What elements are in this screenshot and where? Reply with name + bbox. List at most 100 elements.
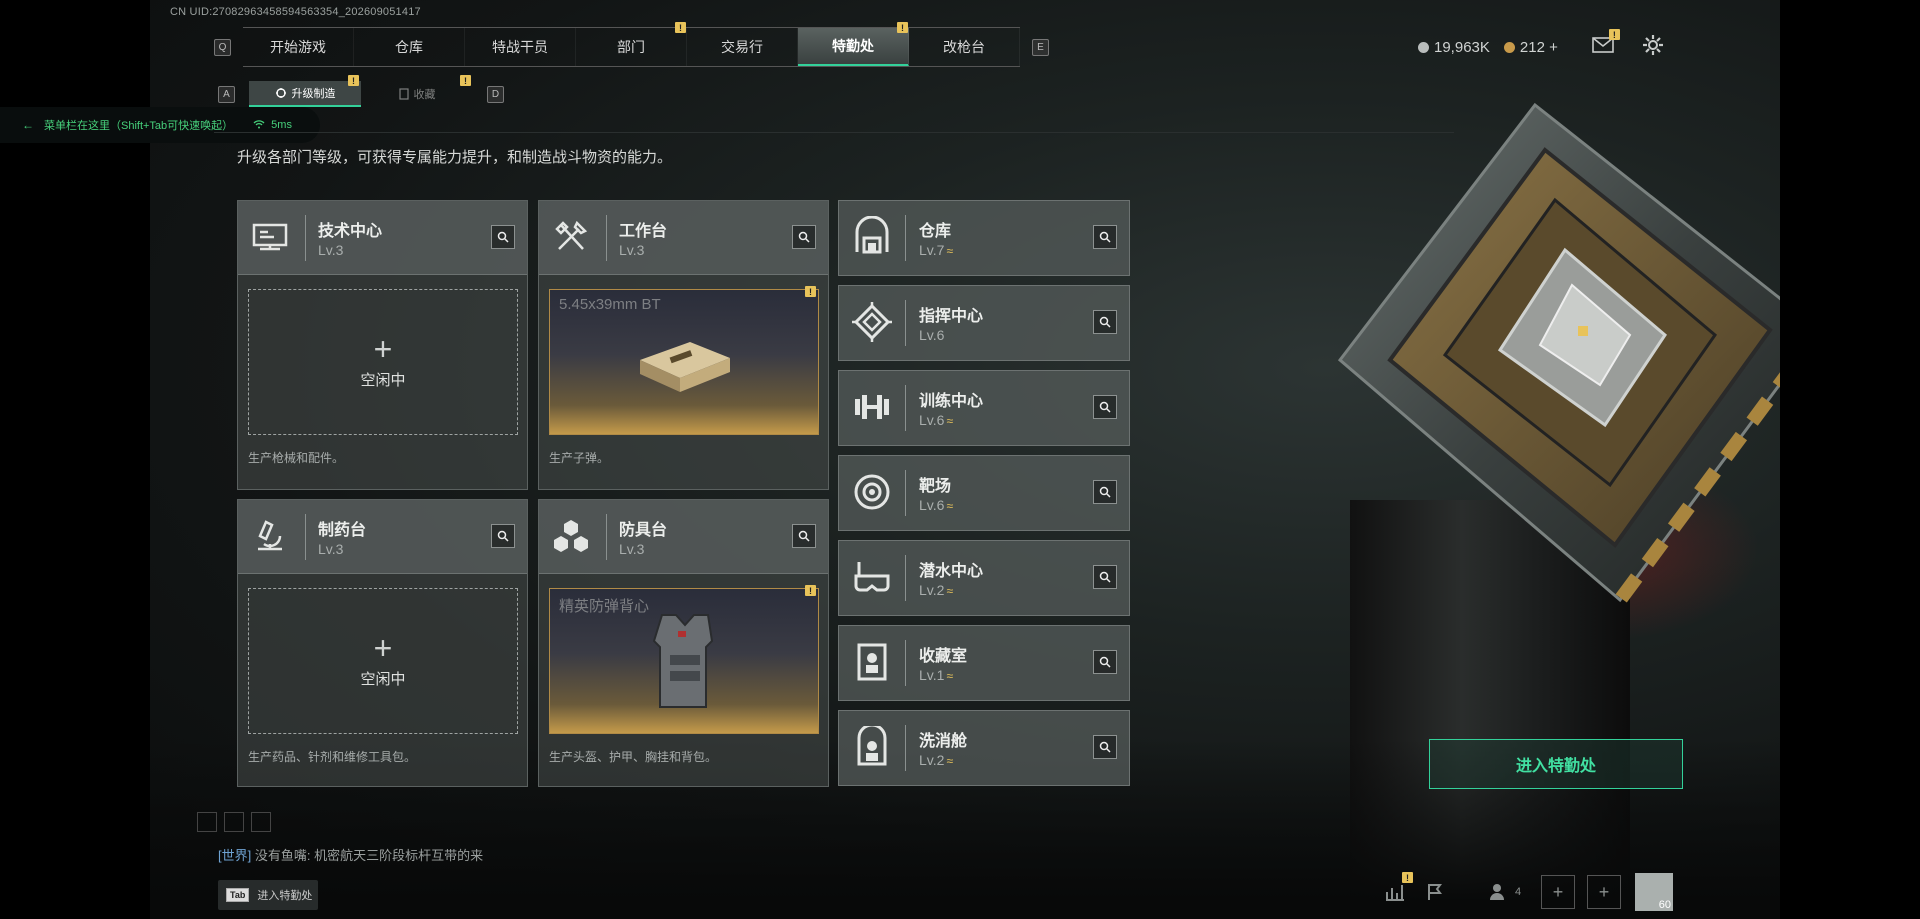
add-coin-button[interactable]: + [1549, 39, 1558, 56]
page-description: 升级各部门等级，可获得专属能力提升，和制造战斗物资的能力。 [237, 149, 673, 166]
chat-message: 没有鱼嘴: 机密航天三阶段标杆互带的来 [254, 848, 484, 863]
tab-hint[interactable]: Tab 进入特勤处 [218, 880, 318, 910]
tab-key: Tab [226, 888, 250, 902]
card-title: 制药台 [318, 522, 367, 539]
vest-image [652, 614, 714, 708]
microscope-icon [258, 520, 282, 551]
tab-operators[interactable]: 特战干员 [465, 28, 576, 66]
tab-gunsmith[interactable]: 改枪台 [909, 28, 1020, 66]
avatar[interactable]: 60 [1635, 873, 1673, 911]
friends-button[interactable]: 4 [1475, 872, 1535, 912]
settings-button[interactable] [1642, 34, 1664, 60]
craft-icon [275, 88, 286, 98]
inspect-button[interactable] [1093, 565, 1117, 589]
facility-name: 收藏室 [919, 648, 968, 665]
tab-market[interactable]: 交易行 [687, 28, 798, 66]
inspect-button[interactable] [1093, 225, 1117, 249]
facility-decontamination[interactable]: 洗消舱 Lv.2 ≈ [838, 710, 1130, 786]
notification-badge: ! [1608, 29, 1620, 40]
card-title: 技术中心 [318, 223, 383, 240]
inspect-button[interactable] [1093, 650, 1117, 674]
card-header: 工作台 Lv.3 [539, 201, 828, 275]
facility-name: 仓库 [919, 223, 952, 240]
notification-badge: ! [805, 286, 816, 297]
mini-slot [224, 812, 244, 832]
sub-prev-key[interactable]: A [218, 85, 235, 103]
chat-line[interactable]: [世界] 没有鱼嘴: 机密航天三阶段标杆互带的来 [218, 845, 483, 864]
facility-name: 指挥中心 [919, 308, 984, 325]
inspect-button[interactable] [491, 225, 515, 249]
flag-button[interactable] [1415, 872, 1455, 912]
card-workbench[interactable]: 工作台 Lv.3 5.45x39mm BT ! 生产子弹。 [538, 200, 829, 490]
tab-department[interactable]: 部门 ! [576, 22, 687, 66]
facility-level: Lv.2 [919, 582, 945, 598]
facility-level: Lv.1 [919, 667, 945, 683]
inspect-button[interactable] [792, 524, 816, 548]
enter-special-ops-button[interactable]: 进入特勤处 [1429, 739, 1683, 789]
production-slot[interactable]: 5.45x39mm BT ! [549, 286, 819, 435]
search-icon [497, 530, 509, 542]
notice-text: 菜单栏在这里（Shift+Tab可快速唤起） [44, 120, 234, 132]
idle-label: 空闲中 [360, 670, 406, 688]
display-case-icon [857, 643, 887, 681]
card-header: 制药台 Lv.3 [238, 500, 527, 574]
facility-collection-room[interactable]: 收藏室 Lv.1 ≈ [838, 625, 1130, 701]
facility-training-center[interactable]: 训练中心 Lv.6 ≈ [838, 370, 1130, 446]
tab-warehouse[interactable]: 仓库 [354, 28, 465, 66]
next-tab-key[interactable]: E [1032, 38, 1049, 56]
menu-notice[interactable]: ← 菜单栏在这里（Shift+Tab可快速唤起） 5ms [0, 107, 320, 143]
card-title: 工作台 [619, 223, 668, 240]
subtab-collection[interactable]: 收藏 ! [361, 75, 473, 107]
money-display[interactable]: 19,963K [1418, 39, 1490, 56]
card-level: Lv.3 [318, 242, 344, 258]
search-icon [1099, 571, 1111, 583]
coin-icon [1503, 41, 1515, 53]
facility-level: Lv.6 [919, 497, 945, 513]
card-header: 防具台 Lv.3 [539, 500, 828, 574]
facility-name: 潜水中心 [919, 563, 984, 580]
sub-next-key[interactable]: D [487, 85, 504, 103]
inspect-button[interactable] [1093, 395, 1117, 419]
subtab-upgrade-craft[interactable]: 升级制造 ! [249, 75, 361, 107]
prev-tab-key[interactable]: Q [214, 38, 231, 56]
card-armor-bench[interactable]: 防具台 Lv.3 精英防弹背心 ! 生产头盔、护甲、胸挂和背包。 [538, 499, 829, 787]
add-slot-button[interactable]: + [1541, 875, 1575, 909]
wifi-icon [253, 119, 265, 132]
inspect-button[interactable] [1093, 310, 1117, 334]
avatar-count: 60 [1658, 899, 1671, 911]
card-caption: 生产药品、针剂和维修工具包。 [248, 750, 417, 764]
production-slot[interactable]: 精英防弹背心 ! [549, 585, 819, 734]
facility-shooting-range[interactable]: 靶场 Lv.6 ≈ [838, 455, 1130, 531]
dumbbell-icon [855, 395, 889, 419]
notification-badge: ! [675, 22, 686, 33]
add-slot-button[interactable]: + [1587, 875, 1621, 909]
inspect-button[interactable] [491, 524, 515, 548]
uid-label: CN UID:27082963458594563354_202609051417 [170, 6, 421, 18]
mail-button[interactable]: ! [1592, 29, 1620, 57]
idle-slot[interactable]: + 空闲中 [248, 588, 518, 734]
card-level: Lv.3 [619, 242, 645, 258]
inspect-button[interactable] [1093, 735, 1117, 759]
tab-special-ops[interactable]: 特勤处 ! [798, 22, 909, 66]
facility-name: 训练中心 [919, 393, 984, 410]
idle-slot[interactable]: + 空闲中 [248, 289, 518, 435]
facility-command-center[interactable]: 指挥中心 Lv.6 [838, 285, 1130, 361]
arrow-left-icon: ← [22, 118, 34, 132]
upgrade-chevron-icon: ≈ [946, 499, 954, 513]
friends-count: 4 [1514, 886, 1522, 898]
facility-diving-center[interactable]: 潜水中心 Lv.2 ≈ [838, 540, 1130, 616]
upgrade-chevron-icon: ≈ [946, 584, 954, 598]
stats-button[interactable]: ! [1375, 872, 1415, 912]
coin-display[interactable]: 212 + [1503, 39, 1558, 56]
money-icon [1418, 41, 1429, 53]
tab-start-game[interactable]: 开始游戏 [243, 28, 354, 66]
notification-badge: ! [897, 22, 908, 33]
search-icon [1099, 486, 1111, 498]
inspect-button[interactable] [792, 225, 816, 249]
card-pharmacy[interactable]: 制药台 Lv.3 + 空闲中 生产药品、针剂和维修工具包。 [237, 499, 528, 787]
inspect-button[interactable] [1093, 480, 1117, 504]
card-tech-center[interactable]: 技术中心 Lv.3 + 空闲中 生产枪械和配件。 [237, 200, 528, 490]
search-icon [1099, 741, 1111, 753]
facility-warehouse[interactable]: 仓库 Lv.7 ≈ [838, 200, 1130, 276]
tools-icon [555, 220, 588, 250]
